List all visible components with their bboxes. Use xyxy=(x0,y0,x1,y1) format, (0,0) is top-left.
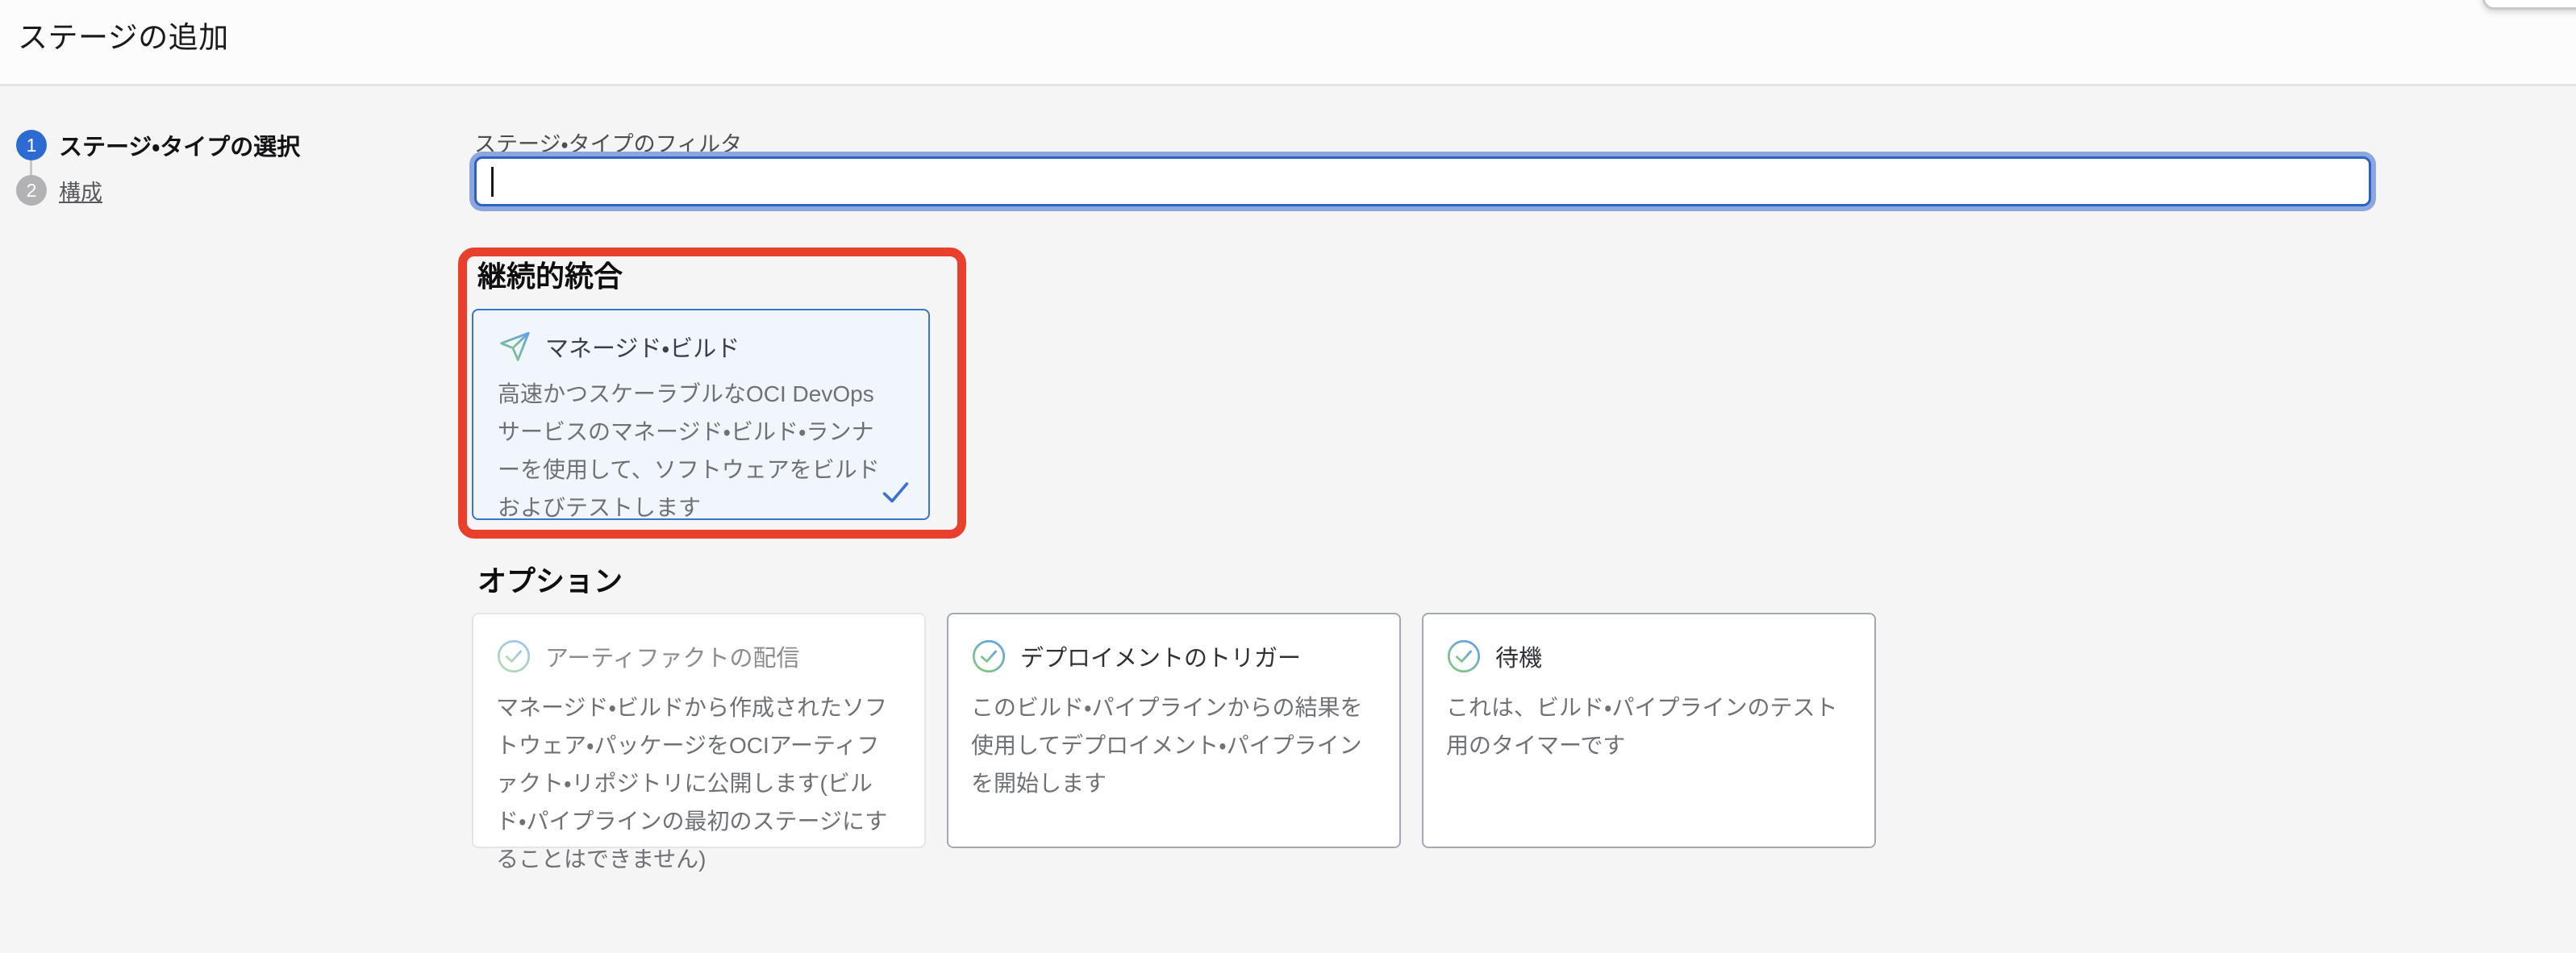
step-number-badge: 2 xyxy=(16,175,47,206)
step-link[interactable]: 構成 xyxy=(59,175,102,206)
stepper-step-configure[interactable]: 2 構成 xyxy=(16,175,300,206)
card-title: デプロイメントのトリガー xyxy=(1020,639,1301,673)
card-title: マネージド・ビルド xyxy=(545,330,740,364)
cutoff-floating-element xyxy=(2482,0,2576,10)
filter-label: ステージ・タイプのフィルタ xyxy=(474,127,742,158)
card-title: アーティファクトの配信 xyxy=(545,639,800,673)
card-description: 高速かつスケーラブルなOCI DevOpsサービスのマネージド・ビルド・ランナー… xyxy=(498,375,896,526)
card-title: 待機 xyxy=(1495,639,1542,673)
card-description: このビルド・パイプラインからの結果を使用してデプロイメント・パイプラインを開始し… xyxy=(971,689,1377,802)
text-caret xyxy=(491,167,494,197)
stage-type-filter-input[interactable] xyxy=(474,156,2371,206)
stepper-connector-line xyxy=(30,160,32,175)
check-circle-icon xyxy=(971,639,1007,674)
selected-check-icon xyxy=(877,473,914,510)
wizard-stepper: 1 ステージ・タイプの選択 2 構成 xyxy=(16,130,300,206)
stepper-step-select-type: 1 ステージ・タイプの選択 xyxy=(16,130,300,160)
stage-card-trigger-deployment[interactable]: デプロイメントのトリガー このビルド・パイプラインからの結果を使用してデプロイメ… xyxy=(947,613,1401,848)
page-title: ステージの追加 xyxy=(18,13,229,56)
section-heading-options: オプション xyxy=(477,558,623,600)
stage-card-managed-build[interactable]: マネージド・ビルド 高速かつスケーラブルなOCI DevOpsサービスのマネージ… xyxy=(472,309,930,520)
card-description: これは、ビルド・パイプラインのテスト用のタイマーです xyxy=(1446,689,1852,764)
stage-card-wait[interactable]: 待機 これは、ビルド・パイプラインのテスト用のタイマーです xyxy=(1422,613,1876,848)
check-circle-icon xyxy=(1446,639,1482,674)
step-number-badge: 1 xyxy=(16,130,47,160)
check-circle-icon xyxy=(496,639,531,674)
paper-plane-icon xyxy=(498,330,531,364)
card-description: マネージド・ビルドから作成されたソフトウェア・パッケージをOCIアーティファクト… xyxy=(496,689,902,878)
step-label: ステージ・タイプの選択 xyxy=(59,128,300,162)
page-header: ステージの追加 xyxy=(0,0,2576,86)
option-cards-row: アーティファクトの配信 マネージド・ビルドから作成されたソフトウェア・パッケージ… xyxy=(472,613,1876,848)
section-heading-continuous-integration: 継続的統合 xyxy=(477,253,623,295)
stage-card-deliver-artifacts: アーティファクトの配信 マネージド・ビルドから作成されたソフトウェア・パッケージ… xyxy=(472,613,926,848)
